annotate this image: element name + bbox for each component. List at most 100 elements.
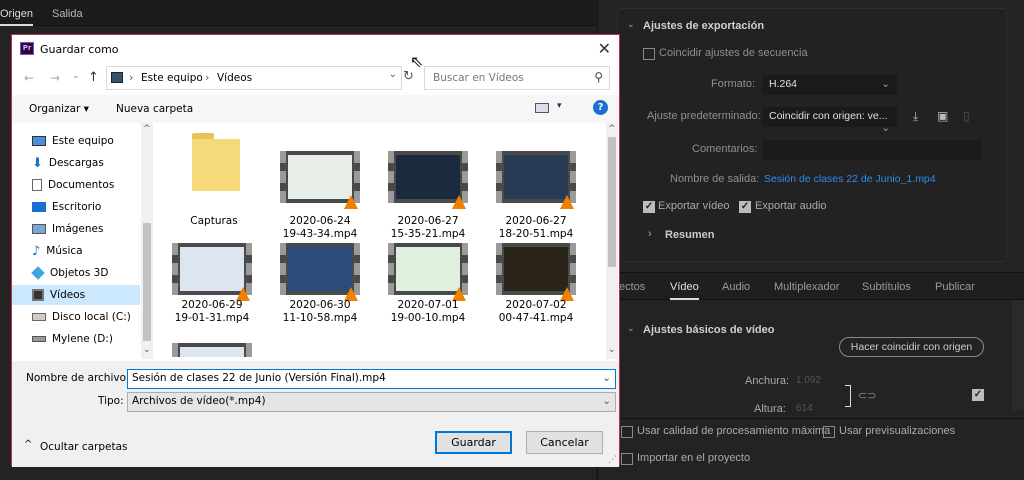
tab-audio[interactable]: Audio <box>722 281 750 293</box>
chevron-down-icon[interactable]: ⌄ <box>608 345 616 355</box>
search-input[interactable]: Buscar en Vídeos <box>433 72 524 84</box>
this-pc-icon <box>111 72 123 83</box>
scrollbar[interactable] <box>1012 300 1024 410</box>
aspect-checkbox[interactable]: ✓ <box>972 389 984 401</box>
nav-item-music[interactable]: ♪ Música <box>32 241 150 261</box>
close-icon[interactable]: ✕ <box>598 39 611 58</box>
nav-item-this-pc[interactable]: Este equipo <box>32 131 150 151</box>
summary-label[interactable]: Resumen <box>665 229 715 241</box>
chevron-right-icon[interactable]: › <box>648 228 652 240</box>
chevron-up-icon[interactable]: ^ <box>143 124 151 134</box>
list-item[interactable]: 2020-07-02 00-47-41.mp4 <box>484 243 588 355</box>
match-source-button[interactable]: Hacer coincidir con origen <box>839 337 984 357</box>
forward-icon[interactable]: → <box>50 71 60 85</box>
help-icon[interactable]: ? <box>593 100 608 115</box>
nav-item-local-disk[interactable]: Disco local (C:) <box>32 307 150 327</box>
files-scrollbar[interactable]: ^ ⌄ <box>606 123 618 359</box>
import-project-checkbox[interactable] <box>621 453 633 465</box>
list-item[interactable]: 2020-07-01 19-00-10.mp4 <box>376 243 480 355</box>
scrollbar-thumb[interactable] <box>143 223 151 341</box>
top-tabs: Origen Salida <box>0 0 596 26</box>
settings-tabs: ectos Vídeo Audio Multiplexador Subtítul… <box>597 272 1024 300</box>
breadcrumb-videos[interactable]: Vídeos <box>217 72 252 84</box>
nav-label: Imágenes <box>52 223 104 235</box>
list-item[interactable]: 2020-06-30 11-10-58.mp4 <box>268 243 372 355</box>
resize-grip-icon[interactable]: ⋰ <box>608 455 617 465</box>
import-preset-icon[interactable]: ▣ <box>937 109 948 123</box>
cancel-button[interactable]: Cancelar <box>526 431 603 454</box>
chevron-down-icon[interactable]: ⌄ <box>602 395 611 407</box>
link-icon[interactable]: ⊂⊃ <box>858 389 876 402</box>
max-quality-checkbox[interactable] <box>621 426 633 438</box>
use-previews-checkbox[interactable] <box>823 426 835 438</box>
type-select[interactable]: Archivos de vídeo(*.mp4) ⌄ <box>127 392 616 412</box>
output-name-link[interactable]: Sesión de clases 22 de Junio_1.mp4 <box>764 173 936 185</box>
nav-item-downloads[interactable]: ⬇ Descargas <box>32 153 150 173</box>
video-folder-icon <box>32 289 44 301</box>
tab-salida[interactable]: Salida <box>52 8 83 20</box>
chevron-up-icon[interactable]: ^ <box>24 439 32 450</box>
list-item[interactable]: Capturas <box>162 133 266 245</box>
match-sequence-checkbox[interactable] <box>643 48 655 60</box>
video-file-icon <box>172 343 252 357</box>
drive-icon <box>32 336 46 342</box>
chevron-up-icon[interactable]: ^ <box>608 124 616 134</box>
chevron-right-icon: › <box>129 71 134 84</box>
nav-item-3d-objects[interactable]: Objetos 3D <box>31 263 150 283</box>
scrollbar-thumb[interactable] <box>608 137 616 267</box>
export-video-checkbox[interactable]: ✓ <box>643 201 655 213</box>
chevron-down-icon[interactable]: ⌄ <box>389 69 397 80</box>
search-icon[interactable]: ⚲ <box>594 70 603 84</box>
height-value[interactable]: 614 <box>796 403 813 414</box>
type-value: Archivos de vídeo(*.mp4) <box>132 395 266 407</box>
dialog-titlebar[interactable]: Pr Guardar como ✕ <box>12 35 619 63</box>
save-preset-icon[interactable]: ⤓ <box>913 109 918 124</box>
list-item[interactable]: 2020-06-29 19-01-31.mp4 <box>160 243 264 355</box>
file-grid: Capturas 2020-06-24 19-43-34.mp4 2020-06… <box>160 127 604 357</box>
nav-scrollbar[interactable]: ^ ⌄ <box>141 123 153 359</box>
filename-input[interactable]: Sesión de clases 22 de Junio (Versión Fi… <box>127 369 616 389</box>
search-box[interactable]: Buscar en Vídeos ⚲ <box>424 66 610 90</box>
export-audio-checkbox[interactable]: ✓ <box>739 201 751 213</box>
list-item[interactable] <box>160 343 264 357</box>
type-label: Tipo: <box>98 395 124 407</box>
hide-folders-button[interactable]: Ocultar carpetas <box>40 441 128 453</box>
chevron-down-icon[interactable]: ⌄ <box>627 19 635 30</box>
nav-item-documents[interactable]: Documentos <box>32 175 150 195</box>
address-bar[interactable]: › Este equipo › Vídeos ⌄ <box>106 66 402 90</box>
nav-item-videos[interactable]: Vídeos <box>12 285 140 305</box>
delete-preset-icon[interactable]: ▯ <box>963 109 970 123</box>
view-icon[interactable] <box>535 103 549 113</box>
nav-label: Música <box>46 245 83 257</box>
new-folder-button[interactable]: Nueva carpeta <box>116 103 193 115</box>
dialog-bottom: Nombre de archivo: Sesión de clases 22 d… <box>12 361 619 467</box>
width-label: Anchura: <box>745 375 790 387</box>
tab-subtitles[interactable]: Subtítulos <box>862 281 911 293</box>
tab-multiplexer[interactable]: Multiplexador <box>774 281 839 293</box>
chevron-down-icon[interactable]: ⌄ <box>602 372 611 384</box>
video-basic-title: Ajustes básicos de vídeo <box>643 324 775 336</box>
width-value[interactable]: 1.092 <box>796 375 821 386</box>
back-icon[interactable]: ← <box>24 71 34 85</box>
breadcrumb-this-pc[interactable]: Este equipo <box>141 72 203 84</box>
tab-publish[interactable]: Publicar <box>935 281 975 293</box>
tab-effects[interactable]: ectos <box>619 281 645 293</box>
nav-item-pictures[interactable]: Imágenes <box>32 219 150 239</box>
comments-input[interactable] <box>762 140 982 160</box>
tab-video[interactable]: Vídeo <box>670 281 699 300</box>
nav-item-desktop[interactable]: Escritorio <box>32 197 150 217</box>
chevron-down-icon[interactable]: ⌄ <box>143 345 151 355</box>
tab-origen[interactable]: Origen <box>0 8 34 26</box>
preset-select[interactable]: Coincidir con origen: ve... ⌄ <box>762 107 897 134</box>
save-button[interactable]: Guardar <box>435 431 512 454</box>
format-select[interactable]: H.264 ⌄ <box>762 75 897 95</box>
nav-label: Disco local (C:) <box>52 311 131 323</box>
chevron-down-icon[interactable]: ▾ <box>557 101 562 111</box>
up-arrow-icon[interactable]: ↑ <box>88 70 99 85</box>
chevron-down-icon[interactable]: ⌄ <box>72 71 80 81</box>
organize-menu[interactable]: Organizar ▾ <box>29 103 89 115</box>
dialog-toolbar: Organizar ▾ Nueva carpeta ▾ ? <box>12 95 619 123</box>
nav-item-mylene-d[interactable]: Mylene (D:) <box>32 329 150 349</box>
file-name: 2020-06-27 15-35-21.mp4 <box>390 215 466 240</box>
chevron-down-icon[interactable]: ⌄ <box>627 323 635 334</box>
